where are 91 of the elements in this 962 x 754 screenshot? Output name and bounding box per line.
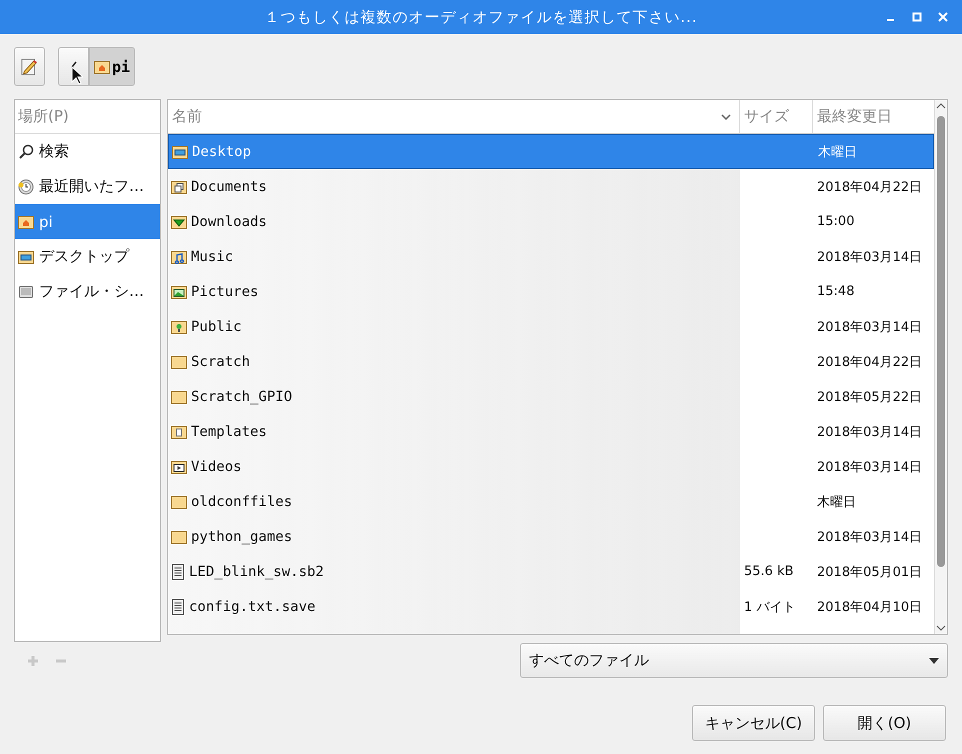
videos-folder-icon (171, 460, 187, 474)
file-name: Documents (191, 178, 267, 194)
folder-icon (171, 354, 187, 368)
music-folder-icon (171, 250, 187, 264)
dialog-button[interactable]: キャンセル(C) (692, 705, 815, 741)
file-name: python_games (191, 528, 292, 544)
file-name: Public (191, 318, 242, 334)
file-name: Scratch (191, 354, 250, 370)
file-size: 1 バイト (744, 598, 796, 616)
sidebar-item[interactable]: 検索 (15, 134, 160, 169)
column-header[interactable]: サイズ (740, 100, 813, 133)
file-name: Pictures (191, 284, 258, 300)
file-row[interactable]: Documents 2018年04月22日 (168, 169, 934, 204)
modified-date: 2018年04月22日 (817, 354, 922, 370)
file-name: config.txt.save (189, 598, 316, 614)
back-button[interactable] (58, 47, 89, 86)
modified-date: 2018年05月01日 (817, 564, 922, 580)
sidebar-label: pi (39, 212, 53, 230)
maximize-icon[interactable] (912, 12, 922, 22)
dropdown-arrow-icon (929, 658, 939, 664)
sidebar-item[interactable]: ファイル・シ… (15, 274, 160, 309)
file-row[interactable]: config.txt.save 1 バイト 2018年04月10日 (168, 589, 934, 624)
home-folder-icon (94, 60, 110, 74)
text-file-icon (171, 564, 185, 580)
column-header[interactable]: 名前 (168, 100, 740, 133)
modified-date: 15:48 (817, 284, 854, 299)
folder-icon (171, 530, 187, 544)
file-name: Music (191, 248, 234, 264)
file-type-dropdown[interactable]: すべてのファイル (520, 643, 948, 678)
modified-date: 2018年04月22日 (817, 178, 922, 196)
templates-folder-icon (171, 424, 187, 438)
file-name: Desktop (192, 144, 252, 160)
folder-icon (171, 390, 187, 404)
file-row[interactable]: Templates 2018年03月14日 (168, 414, 934, 449)
modified-date: 2018年04月10日 (817, 598, 922, 616)
path-button[interactable]: pi (89, 47, 136, 86)
modified-date: 2018年03月14日 (817, 458, 922, 476)
sidebar-label: 最近開いたフ… (39, 177, 144, 196)
sidebar-label: 検索 (39, 142, 69, 161)
modified-date: 木曜日 (818, 144, 857, 160)
close-icon[interactable] (938, 12, 948, 22)
file-name: Scratch_GPIO (191, 388, 292, 404)
desktop-folder-icon (18, 250, 34, 264)
file-name: oldconffiles (191, 494, 292, 510)
file-row[interactable]: LED_blink_sw.sb2 55.6 kB 2018年05月01日 (168, 554, 934, 589)
sidebar-label: デスクトップ (39, 247, 129, 266)
modified-date: 2018年03月14日 (817, 528, 922, 546)
file-row[interactable]: Videos 2018年03月14日 (168, 449, 934, 484)
text-file-icon (171, 598, 185, 614)
scrollbar[interactable] (934, 100, 947, 634)
sidebar-label: ファイル・シ… (39, 282, 144, 301)
file-name: Videos (191, 458, 242, 474)
file-name: Downloads (191, 214, 267, 230)
sidebar-item[interactable]: pi (15, 204, 160, 239)
modified-date: 木曜日 (817, 494, 856, 510)
dialog-button[interactable]: 開く(O) (823, 705, 946, 741)
modified-date: 2018年03月14日 (817, 318, 922, 336)
desktop-folder-icon (172, 144, 188, 158)
file-row[interactable]: Scratch_GPIO 2018年05月22日 (168, 379, 934, 414)
file-row[interactable]: oldconffiles 木曜日 (168, 484, 934, 519)
sidebar-item[interactable]: 最近開いたフ… (15, 169, 160, 204)
modified-date: 15:00 (817, 214, 854, 229)
mouse-pointer-icon (71, 66, 83, 85)
file-name: LED_blink_sw.sb2 (189, 564, 324, 580)
folder-icon (171, 494, 187, 508)
modified-date: 2018年03月14日 (817, 248, 922, 266)
file-row[interactable]: Downloads 15:00 (168, 204, 934, 239)
file-row[interactable]: Public 2018年03月14日 (168, 309, 934, 344)
clock-icon (18, 178, 34, 194)
column-header[interactable]: 最終変更日 (813, 100, 934, 133)
file-row[interactable]: Scratch 2018年04月22日 (168, 344, 934, 379)
chevron-down-icon (721, 114, 731, 120)
home-folder-icon (18, 214, 34, 228)
file-row[interactable]: Pictures 15:48 (168, 274, 934, 309)
search-icon (18, 144, 34, 160)
file-row[interactable]: Music 2018年03月14日 (168, 239, 934, 274)
edit-location-button[interactable] (14, 47, 45, 86)
public-folder-icon (171, 320, 187, 334)
downloads-folder-icon (171, 214, 187, 228)
pictures-folder-icon (171, 284, 187, 298)
file-row[interactable]: Desktop 木曜日 (168, 134, 934, 169)
drive-icon (18, 284, 34, 298)
sidebar-item[interactable]: デスクトップ (15, 239, 160, 274)
modified-date: 2018年05月22日 (817, 388, 922, 406)
file-name: Templates (191, 424, 267, 440)
documents-folder-icon (171, 180, 187, 194)
window-title: １つもしくは複数のオーディオファイルを選択して下さい... (264, 8, 698, 26)
file-row[interactable]: python_games 2018年03月14日 (168, 519, 934, 554)
modified-date: 2018年03月14日 (817, 424, 922, 440)
file-size: 55.6 kB (744, 564, 794, 579)
places-heading: 場所(P) (15, 100, 160, 134)
